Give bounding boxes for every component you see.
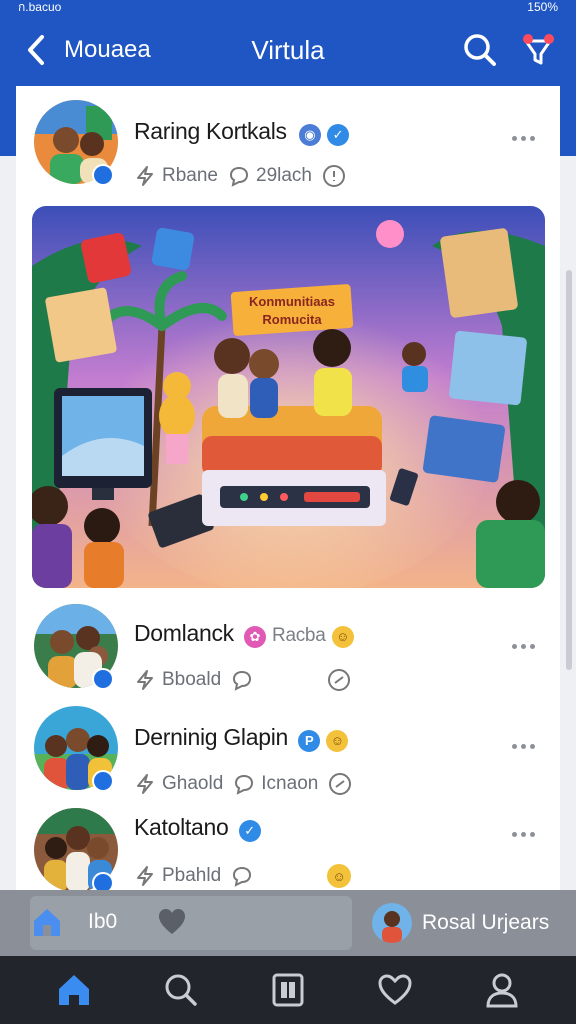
verified-badge (92, 770, 114, 792)
comment-action[interactable]: 29lach (228, 165, 312, 187)
user-avatar (372, 903, 412, 943)
tab-search[interactable] (156, 965, 206, 1015)
reaction-label: Rbane (162, 165, 218, 186)
post-header: Domlanck ✿ Racba ☺ Bboald (16, 598, 560, 698)
comment-icon (233, 866, 252, 887)
comment-icon (233, 670, 252, 691)
emoji-icon: ☺ (326, 729, 349, 752)
verified-icon: P (298, 729, 321, 752)
status-time: ก.bacuo (18, 0, 62, 14)
heart-icon (159, 909, 185, 934)
post-image[interactable]: Konmunitiaas Romucita (32, 206, 545, 588)
share-icon (329, 773, 352, 795)
more-options-button[interactable] (508, 824, 538, 844)
lightning-icon (137, 774, 153, 794)
more-options-button[interactable] (508, 128, 538, 148)
composer-field[interactable] (30, 896, 352, 950)
post-header: Katoltano ✓ Pbahld ☺ (16, 802, 560, 896)
comment-action[interactable] (231, 865, 253, 887)
post-tag: Racba (272, 625, 326, 646)
comment-label: 29lach (256, 165, 312, 186)
post-author-name[interactable]: Derninig Glapin (134, 724, 288, 750)
banner-line-2: Romucita (262, 312, 322, 327)
status-battery: 150% (527, 0, 558, 14)
verified-badge (92, 164, 114, 186)
tab-home[interactable] (49, 965, 99, 1015)
reaction-action[interactable]: Ghaold (134, 773, 223, 795)
reaction-label: Pbahld (162, 865, 222, 886)
tab-profile[interactable] (477, 965, 527, 1015)
top-app-bar: Mouaea Virtula (0, 14, 576, 86)
back-button[interactable] (20, 30, 52, 70)
flower-icon: ✿ (243, 626, 266, 648)
post-header: Raring Kortkals ◉ ✓ Rbane 29lach (16, 94, 560, 194)
emoji-reaction[interactable]: ☺ (327, 864, 352, 888)
comment-label: Icnaon (261, 773, 319, 794)
banner-line-1: Konmunitiaas (249, 294, 335, 309)
info-action[interactable] (322, 164, 346, 188)
scrollbar[interactable] (566, 270, 572, 670)
header-accent-right (560, 86, 576, 156)
heart-icon (378, 974, 412, 1005)
search-icon (165, 974, 197, 1006)
more-options-button[interactable] (508, 636, 538, 656)
post-author-name[interactable]: Raring Kortkals (134, 118, 287, 144)
home-icon (58, 975, 89, 1005)
reaction-label: Bboald (162, 669, 222, 690)
lightning-icon (137, 670, 153, 690)
comment-icon (235, 774, 254, 795)
chevron-left-icon (28, 35, 44, 65)
filter-icon (523, 34, 554, 65)
emoji-icon: ☺ (331, 625, 354, 648)
profile-icon (486, 973, 518, 1008)
share-action[interactable] (327, 668, 351, 692)
header-accent-left (0, 86, 16, 156)
verified-icon: ✓ (238, 820, 261, 842)
bottom-tab-bar (0, 956, 576, 1024)
feed-card: Raring Kortkals ◉ ✓ Rbane 29lach Konmuni… (16, 86, 560, 896)
lightning-icon (137, 866, 153, 886)
verified-badge (92, 668, 114, 690)
like-button[interactable] (156, 906, 188, 938)
active-user[interactable]: Rosal Urjears (372, 902, 549, 944)
share-icon (328, 669, 351, 691)
verified-icon: ✓ (326, 124, 349, 146)
post-author-name[interactable]: Katoltano (134, 814, 229, 840)
tab-library[interactable] (263, 965, 313, 1015)
strip-home-button[interactable] (30, 904, 64, 940)
status-bar: ก.bacuo 150% (0, 0, 576, 14)
comment-action[interactable]: Icnaon (233, 773, 318, 795)
reaction-action[interactable]: Bboald (134, 669, 221, 691)
bottom-strip: Ib0 Rosal Urjears (0, 890, 576, 956)
back-label[interactable]: Mouaea (64, 36, 151, 64)
lightning-icon (137, 166, 153, 186)
comment-action[interactable] (231, 669, 253, 691)
tab-favorites[interactable] (370, 965, 420, 1015)
reaction-label: Ghaold (162, 773, 224, 794)
more-options-button[interactable] (508, 736, 538, 756)
friends-badge-icon: ◉ (298, 124, 321, 146)
post-author-name[interactable]: Domlanck (134, 620, 234, 646)
user-name: Rosal Urjears (422, 911, 550, 934)
emoji-icon: ☺ (327, 864, 352, 888)
search-icon (464, 34, 496, 66)
reaction-action[interactable]: Rbane (134, 165, 218, 187)
comment-icon (229, 166, 249, 187)
search-button[interactable] (462, 32, 498, 68)
strip-label: Ib0 (88, 910, 118, 933)
notifications-button[interactable] (520, 32, 556, 68)
library-icon (272, 973, 304, 1007)
info-icon (323, 165, 345, 187)
share-action[interactable] (328, 772, 352, 796)
reaction-action[interactable]: Pbahld (134, 865, 221, 887)
home-icon (34, 909, 60, 936)
post-header: Derninig Glapin P ☺ Ghaold Icnaon (16, 702, 560, 802)
post-illustration: Konmunitiaas Romucita (32, 206, 545, 588)
